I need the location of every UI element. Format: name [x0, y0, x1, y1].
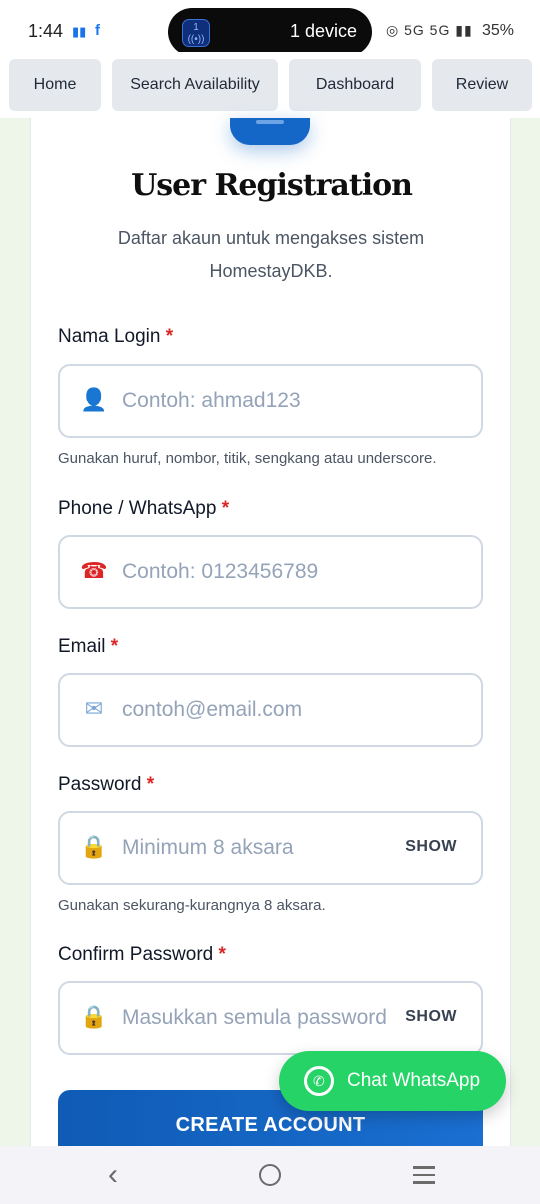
- show-confirm-toggle[interactable]: SHOW: [405, 1008, 457, 1026]
- whatsapp-label: Chat WhatsApp: [347, 1070, 481, 1091]
- top-nav: Home Search Availability Dashboard Revie…: [0, 52, 540, 118]
- show-password-toggle[interactable]: SHOW: [405, 838, 457, 856]
- lock-icon: 🔒: [80, 834, 108, 859]
- back-icon[interactable]: ‹: [108, 1158, 118, 1192]
- email-label: Email *: [58, 636, 118, 658]
- password-label-text: Password: [58, 774, 142, 795]
- mail-icon: ✉: [84, 696, 104, 721]
- status-time: 1:44: [28, 21, 64, 41]
- system-nav-bar: ‹: [0, 1146, 540, 1204]
- broadcast-icon: 1 ((•)): [182, 19, 210, 47]
- phone-label: Phone / WhatsApp *: [58, 498, 229, 520]
- confirm-label-text: Confirm Password: [58, 944, 214, 965]
- registration-card: User Registration Daftar akaun untuk men…: [30, 118, 511, 1160]
- phone-label-text: Phone / WhatsApp: [58, 498, 217, 519]
- facebook-icon: f: [95, 22, 100, 39]
- login-input[interactable]: [122, 382, 402, 420]
- email-label-text: Email: [58, 636, 106, 657]
- required-mark: *: [110, 636, 119, 657]
- password-field[interactable]: 🔒 SHOW: [58, 811, 483, 885]
- confirm-password-input[interactable]: [122, 999, 402, 1037]
- lock-icon: 🔒: [80, 1004, 108, 1029]
- recents-icon[interactable]: [413, 1166, 435, 1189]
- home-icon[interactable]: [259, 1164, 281, 1186]
- email-input[interactable]: [122, 691, 402, 729]
- phone-field[interactable]: ☎: [58, 535, 483, 609]
- nav-review[interactable]: Review: [432, 59, 532, 111]
- device-label: 1 device: [290, 21, 358, 41]
- nav-search-availability[interactable]: Search Availability: [112, 59, 278, 111]
- required-mark: *: [221, 498, 230, 519]
- password-label: Password *: [58, 774, 154, 796]
- page-subtitle: Daftar akaun untuk mengakses sistem Home…: [117, 228, 425, 281]
- phone-icon: ☎: [80, 558, 108, 583]
- confirm-password-field[interactable]: 🔒 SHOW: [58, 981, 483, 1055]
- login-hint: Gunakan huruf, nombor, titik, sengkang a…: [58, 450, 437, 467]
- password-input[interactable]: [122, 829, 402, 867]
- whatsapp-chat-button[interactable]: ✆ Chat WhatsApp: [279, 1051, 506, 1111]
- confirm-label: Confirm Password *: [58, 944, 226, 966]
- dynamic-island[interactable]: 1 ((•)) 1 device: [168, 8, 372, 56]
- login-field[interactable]: 👤: [58, 364, 483, 438]
- message-icon: ▮▮: [72, 24, 87, 39]
- required-mark: *: [146, 774, 155, 795]
- email-field[interactable]: ✉: [58, 673, 483, 747]
- required-mark: *: [218, 944, 226, 965]
- network-label: 5G 5G: [404, 22, 451, 38]
- whatsapp-icon: ✆: [304, 1066, 334, 1096]
- network-indicator: ◎ 5G 5G ▮▮: [386, 22, 473, 38]
- device-count-badge: 1: [193, 22, 199, 33]
- nav-home[interactable]: Home: [9, 59, 101, 111]
- login-label: Nama Login *: [58, 326, 173, 348]
- nav-dashboard[interactable]: Dashboard: [289, 59, 421, 111]
- required-mark: *: [165, 326, 174, 347]
- password-hint: Gunakan sekurang-kurangnya 8 aksara.: [58, 897, 326, 914]
- user-icon: 👤: [80, 387, 108, 412]
- page-title: User Registration: [131, 168, 413, 203]
- login-label-text: Nama Login: [58, 326, 161, 347]
- battery-label: 35%: [482, 22, 515, 39]
- phone-input[interactable]: [122, 553, 402, 591]
- logo-badge: [230, 118, 310, 145]
